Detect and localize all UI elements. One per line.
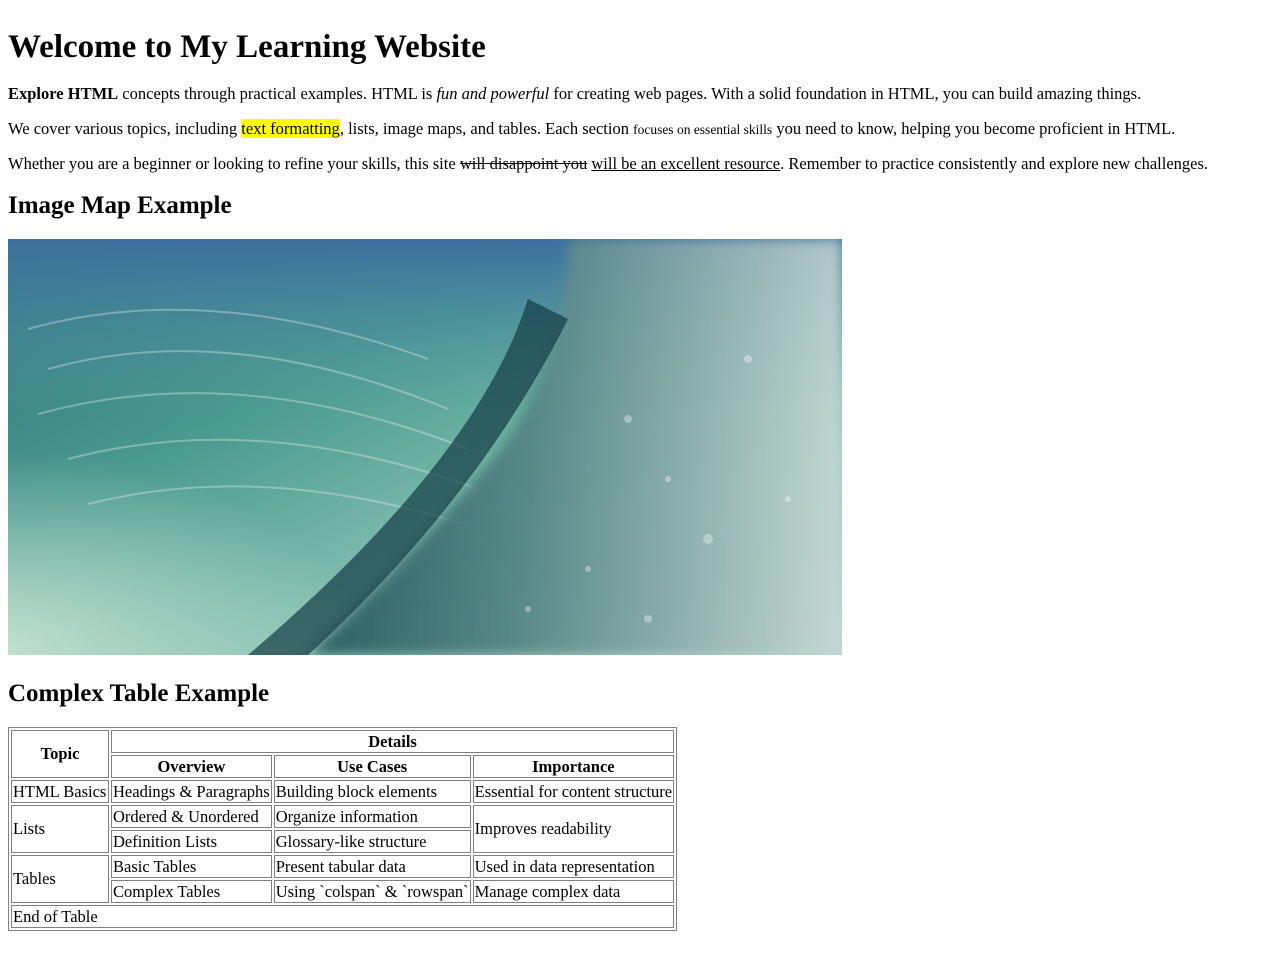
cell-topic: Tables xyxy=(11,854,109,903)
cell-importance: Manage complex data xyxy=(472,879,675,903)
cell-overview: Headings & Paragraphs xyxy=(111,779,272,803)
table-row: HTML Basics Headings & Paragraphs Buildi… xyxy=(11,779,675,803)
table-row: Complex Tables Using `colspan` & `rowspa… xyxy=(11,879,675,903)
inserted-text: will be an excellent resource xyxy=(591,153,781,173)
header-importance: Importance xyxy=(472,754,675,778)
cell-overview: Ordered & Unordered xyxy=(111,804,272,828)
table-header-row: Topic Details xyxy=(11,729,675,778)
cell-overview: Definition Lists xyxy=(111,829,272,853)
cell-use-case: Present tabular data xyxy=(273,854,471,878)
cell-overview: Basic Tables xyxy=(111,854,272,878)
complex-table: Topic Details Overview Use Cases Importa… xyxy=(8,726,678,931)
cell-overview: Complex Tables xyxy=(111,879,272,903)
intro-paragraph-3: Whether you are a beginner or looking to… xyxy=(8,154,1272,174)
paragraph-text: for creating web pages. With a solid fou… xyxy=(549,83,1142,103)
header-use-cases: Use Cases xyxy=(273,754,471,778)
header-overview: Overview xyxy=(111,754,272,778)
paragraph-text: you need to know, helping you become pro… xyxy=(772,118,1176,138)
image-map-heading: Image Map Example xyxy=(8,192,232,220)
cell-use-case: Organize information xyxy=(273,804,471,828)
cell-use-case: Using `colspan` & `rowspan` xyxy=(273,879,471,903)
header-topic: Topic xyxy=(11,729,109,778)
paragraph-text: , lists, image maps, and tables. Each se… xyxy=(339,118,634,138)
intro-paragraph-2: We cover various topics, including text … xyxy=(8,118,1272,139)
intro-paragraph-1: Explore HTML concepts through practical … xyxy=(8,84,1272,104)
page-title: Welcome to My Learning Website xyxy=(8,29,486,65)
table-heading: Complex Table Example xyxy=(8,680,270,708)
cell-importance: Improves readability xyxy=(472,804,675,853)
cell-importance: Essential for content structure xyxy=(472,779,675,803)
page: Welcome to My Learning Website Explore H… xyxy=(0,29,1280,931)
bold-text: Explore HTML xyxy=(8,83,119,103)
paragraph-text: . Remember to practice consistently and … xyxy=(780,153,1209,173)
table-footer-row: End of Table xyxy=(11,904,675,928)
paragraph-text: concepts through practical examples. HTM… xyxy=(118,83,437,103)
table-footer: End of Table xyxy=(11,904,675,928)
table-subheader-row: Overview Use Cases Importance xyxy=(11,754,675,778)
header-details: Details xyxy=(111,729,675,753)
cell-use-case: Building block elements xyxy=(273,779,471,803)
highlighted-text: text formatting xyxy=(241,118,340,138)
cell-use-case: Glossary-like structure xyxy=(273,829,471,853)
deleted-text: will disappoint you xyxy=(459,153,588,173)
cell-topic: Lists xyxy=(11,804,109,853)
table-row: Tables Basic Tables Present tabular data… xyxy=(11,854,675,903)
small-text: focuses on essential skills xyxy=(633,121,773,137)
cell-topic: HTML Basics xyxy=(11,779,109,803)
paragraph-text: Whether you are a beginner or looking to… xyxy=(8,153,460,173)
wave-image[interactable] xyxy=(8,239,842,656)
italic-text: fun and powerful xyxy=(436,83,550,103)
cell-importance: Used in data representation xyxy=(472,854,675,878)
wave-image-map[interactable] xyxy=(8,239,842,656)
paragraph-text: We cover various topics, including xyxy=(8,118,242,138)
table-row: Lists Ordered & Unordered Organize infor… xyxy=(11,804,675,853)
